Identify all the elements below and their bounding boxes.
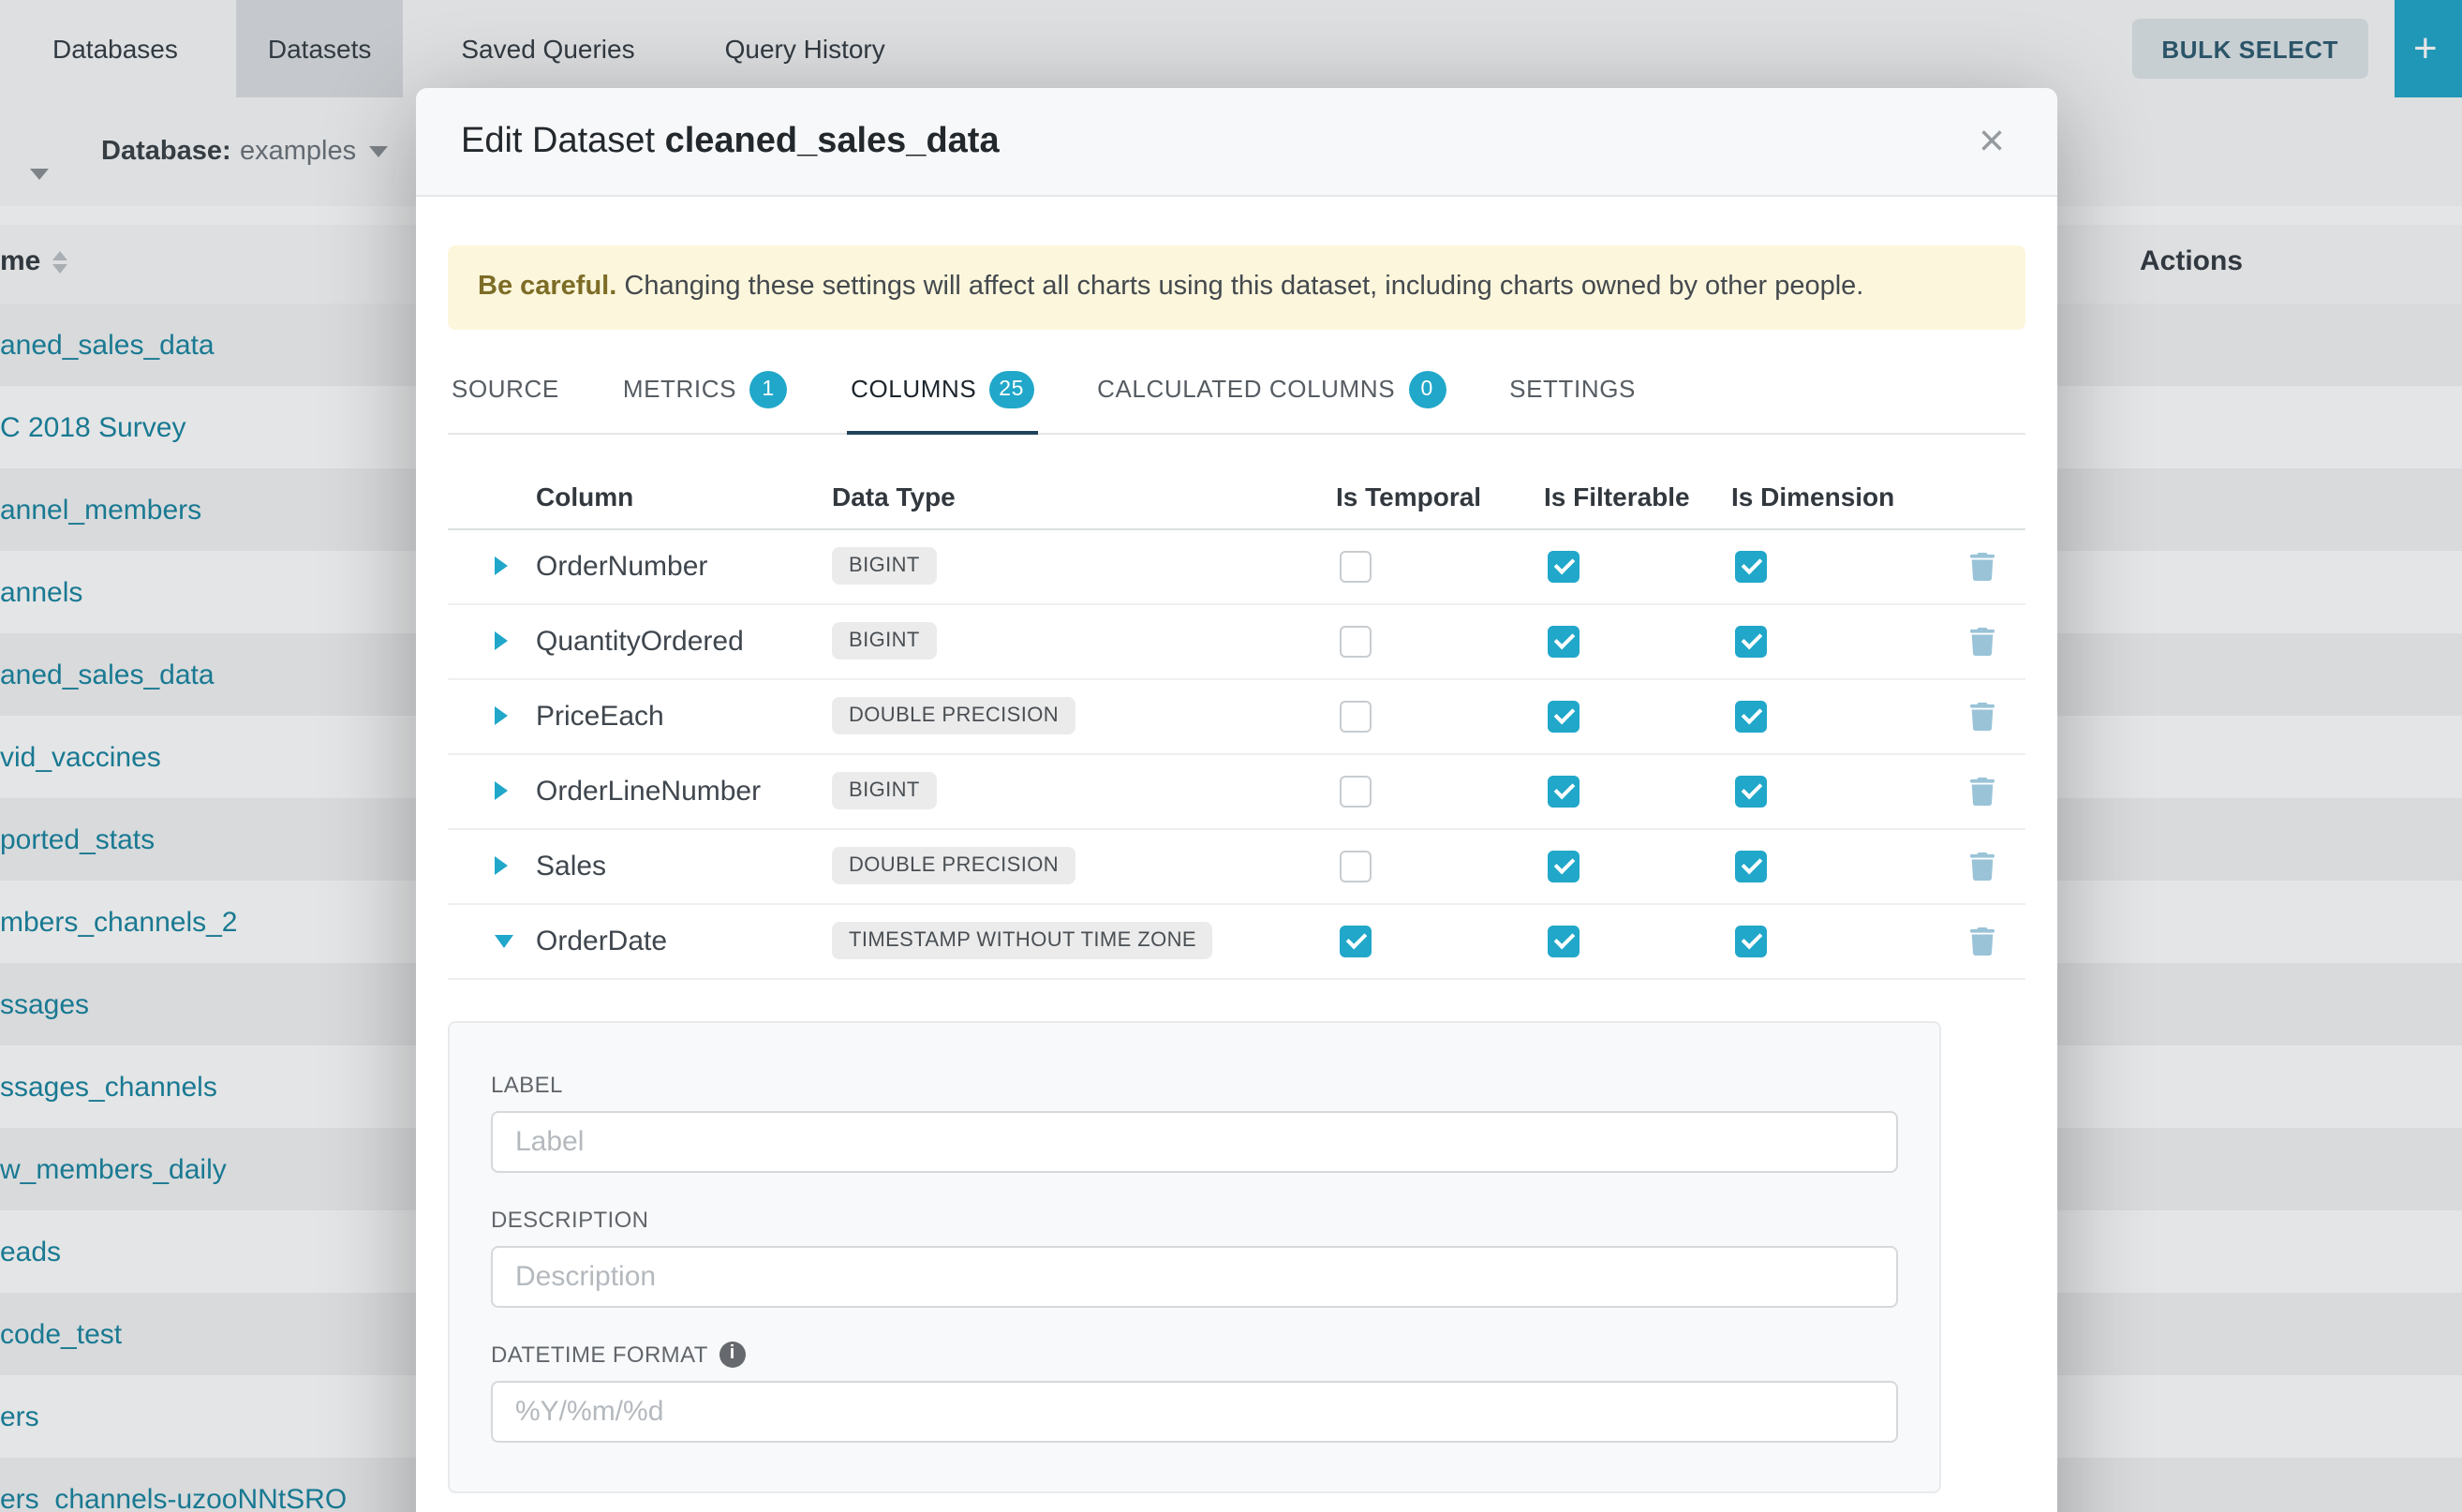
is-dimension-checkbox[interactable] [1735, 625, 1767, 657]
is-filterable-checkbox[interactable] [1548, 700, 1580, 732]
expand-caret-icon[interactable] [495, 856, 508, 875]
header-data-type: Data Type [819, 481, 1336, 511]
tab-label: SOURCE [452, 375, 559, 403]
header-is-dimension: Is Dimension [1731, 481, 1939, 511]
tab-count-badge: 0 [1408, 370, 1446, 408]
column-name: OrderDate [523, 925, 819, 956]
is-dimension-checkbox[interactable] [1735, 550, 1767, 582]
is-temporal-checkbox[interactable] [1340, 550, 1372, 582]
column-row-ordernumber: OrderNumber BIGINT [448, 529, 2025, 604]
is-temporal-checkbox[interactable] [1340, 700, 1372, 732]
tab-count-badge: 1 [749, 370, 787, 408]
is-temporal-checkbox[interactable] [1340, 925, 1372, 956]
is-filterable-checkbox[interactable] [1548, 775, 1580, 807]
tab-count-badge: 25 [989, 370, 1033, 408]
field-description: DESCRIPTION [491, 1206, 1898, 1307]
expand-caret-icon[interactable] [495, 781, 508, 800]
tab-calculated-columns[interactable]: CALCULATED COLUMNS 0 [1093, 351, 1449, 434]
delete-column-icon[interactable] [1969, 552, 1995, 580]
description-input[interactable] [491, 1245, 1898, 1307]
header-is-filterable: Is Filterable [1544, 481, 1731, 511]
is-filterable-checkbox[interactable] [1548, 850, 1580, 882]
field-label-text: DESCRIPTION [491, 1206, 648, 1232]
modal-title-prefix: Edit Dataset [461, 121, 655, 160]
column-name: Sales [523, 850, 819, 882]
tab-columns[interactable]: COLUMNS 25 [847, 351, 1037, 434]
header-column: Column [523, 481, 819, 511]
delete-column-icon[interactable] [1969, 926, 1995, 955]
warning-banner-text: Changing these settings will affect all … [624, 272, 1863, 302]
data-type-pill: DOUBLE PRECISION [832, 847, 1075, 884]
data-type-pill: DOUBLE PRECISION [832, 697, 1075, 734]
is-filterable-checkbox[interactable] [1548, 625, 1580, 657]
header-is-temporal: Is Temporal [1336, 481, 1544, 511]
field-datetime-format: DATETIME FORMAT [491, 1341, 1898, 1442]
delete-column-icon[interactable] [1969, 702, 1995, 730]
modal-tabs: SOURCE METRICS 1 COLUMNS 25 CALCULATED COLUMN… [448, 351, 2025, 434]
modal-body: Be careful. Changing these settings will… [416, 197, 2057, 1512]
data-type-pill: BIGINT [832, 547, 937, 585]
field-label-text: DATETIME FORMAT [491, 1341, 708, 1367]
column-name: OrderNumber [523, 550, 819, 582]
tab-label: METRICS [623, 375, 736, 403]
modal-title: Edit Dataset cleaned_sales_data [461, 121, 1000, 162]
datetime-format-input[interactable] [491, 1380, 1898, 1442]
columns-table-header: Column Data Type Is Temporal Is Filterab… [448, 464, 2025, 529]
column-row-orderlinenumber: OrderLineNumber BIGINT [448, 754, 2025, 829]
close-icon[interactable]: × [1971, 111, 2012, 171]
column-row-priceeach: PriceEach DOUBLE PRECISION [448, 679, 2025, 754]
field-label: DATETIME FORMAT [491, 1341, 1898, 1367]
columns-table: Column Data Type Is Temporal Is Filterab… [448, 464, 2025, 979]
is-dimension-checkbox[interactable] [1735, 925, 1767, 956]
columns-table-body: OrderNumber BIGINT QuantityOrdered BIGINT Pr… [448, 529, 2025, 979]
tab-label: COLUMNS [851, 375, 976, 403]
tab-settings[interactable]: SETTINGS [1505, 351, 1639, 434]
field-label: DESCRIPTION [491, 1206, 1898, 1232]
column-detail-panel: LABEL DESCRIPTION DATETIME FORMAT [448, 1020, 1941, 1492]
delete-column-icon[interactable] [1969, 627, 1995, 655]
expand-caret-icon[interactable] [495, 556, 508, 575]
column-row-sales: Sales DOUBLE PRECISION [448, 829, 2025, 904]
is-dimension-checkbox[interactable] [1735, 775, 1767, 807]
label-input[interactable] [491, 1110, 1898, 1172]
field-label: LABEL [491, 1071, 1898, 1097]
tab-metrics[interactable]: METRICS 1 [619, 351, 791, 434]
tab-source[interactable]: SOURCE [448, 351, 563, 434]
delete-column-icon[interactable] [1969, 852, 1995, 880]
edit-dataset-modal: Edit Dataset cleaned_sales_data × Be car… [416, 88, 2057, 1512]
warning-banner-bold: Be careful. [478, 272, 616, 302]
field-label-text: LABEL [491, 1071, 563, 1097]
app-root: DatabasesDatasetsSaved QueriesQuery Hist… [0, 0, 2462, 1512]
is-temporal-checkbox[interactable] [1340, 775, 1372, 807]
column-name: PriceEach [523, 700, 819, 732]
expand-caret-icon[interactable] [495, 706, 508, 725]
data-type-pill: BIGINT [832, 622, 937, 660]
data-type-pill: BIGINT [832, 772, 937, 809]
is-temporal-checkbox[interactable] [1340, 850, 1372, 882]
warning-banner: Be careful. Changing these settings will… [448, 245, 2025, 329]
modal-header: Edit Dataset cleaned_sales_data × [416, 88, 2057, 197]
column-row-orderdate: OrderDate TIMESTAMP WITHOUT TIME ZONE [448, 904, 2025, 979]
modal-title-dataset-name: cleaned_sales_data [665, 121, 1000, 160]
expand-caret-icon[interactable] [495, 934, 513, 947]
column-name: OrderLineNumber [523, 775, 819, 807]
column-name: QuantityOrdered [523, 625, 819, 657]
tab-label: CALCULATED COLUMNS [1097, 375, 1395, 403]
column-row-quantityordered: QuantityOrdered BIGINT [448, 604, 2025, 679]
data-type-pill: TIMESTAMP WITHOUT TIME ZONE [832, 922, 1213, 959]
is-dimension-checkbox[interactable] [1735, 850, 1767, 882]
delete-column-icon[interactable] [1969, 777, 1995, 805]
is-filterable-checkbox[interactable] [1548, 550, 1580, 582]
is-filterable-checkbox[interactable] [1548, 925, 1580, 956]
is-temporal-checkbox[interactable] [1340, 625, 1372, 657]
expand-caret-icon[interactable] [495, 631, 508, 650]
tab-label: SETTINGS [1509, 375, 1636, 403]
field-label: LABEL [491, 1071, 1898, 1172]
info-icon[interactable] [719, 1341, 746, 1367]
is-dimension-checkbox[interactable] [1735, 700, 1767, 732]
